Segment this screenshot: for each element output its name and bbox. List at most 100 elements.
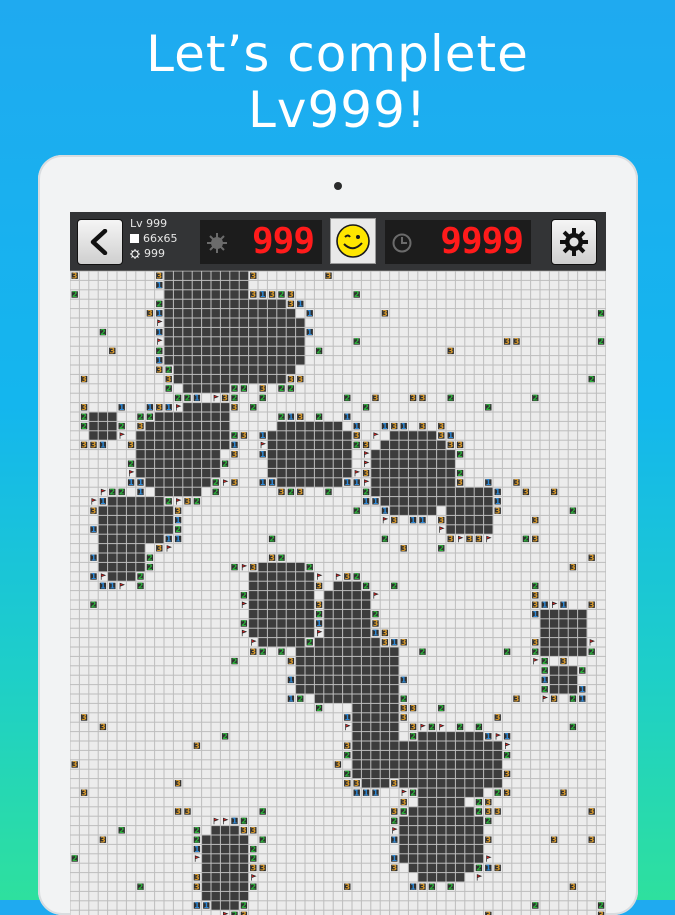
- grid-cell: [493, 910, 502, 915]
- minefield-grid[interactable]: 3 3 3 312 3 1 3 2 3 22 3 13 1 1 3 22 1 12 3 3 23 2 2 313 23 3 3 3 22…: [70, 271, 606, 915]
- cell-number: 3: [288, 375, 294, 384]
- grid-cell: [230, 525, 239, 534]
- grid-cell: [380, 619, 390, 628]
- grid-cell: [408, 807, 418, 816]
- grid-cell: [286, 807, 296, 816]
- grid-cell: 1: [117, 403, 126, 412]
- grid-cell: [258, 826, 267, 835]
- grid-cell: [465, 844, 474, 854]
- cell-number: 2: [175, 525, 181, 534]
- grid-cell: [437, 807, 446, 816]
- grid-cell: [578, 440, 587, 450]
- grid-cell: [211, 722, 220, 732]
- cell-number: 3: [495, 506, 501, 515]
- grid-cell: [230, 459, 239, 468]
- grid-cell: [559, 337, 568, 346]
- settings-button[interactable]: [551, 219, 597, 265]
- grid-cell: [361, 666, 371, 675]
- grid-cell: [465, 478, 474, 487]
- grid-cell: [549, 703, 559, 713]
- grid-cell: [145, 384, 155, 393]
- grid-cell: [587, 826, 596, 835]
- grid-cell: [559, 544, 568, 553]
- grid-cell: [286, 835, 296, 844]
- grid-cell: [540, 431, 549, 440]
- grid-cell: [559, 553, 568, 562]
- grid-cell: [371, 309, 380, 318]
- grid-cell: [343, 732, 352, 741]
- grid-cell: [502, 638, 512, 647]
- grid-cell: [286, 459, 296, 468]
- grid-cell: [220, 638, 230, 647]
- grid-cell: [437, 591, 446, 600]
- grid-cell: [390, 713, 399, 722]
- grid-cell: [502, 854, 512, 863]
- grid-cell: [89, 393, 98, 403]
- grid-cell: [286, 478, 296, 487]
- grid-cell: [437, 844, 446, 854]
- grid-cell: [98, 666, 108, 675]
- grid-cell: [465, 741, 474, 750]
- grid-cell: [474, 591, 484, 600]
- grid-cell: [465, 450, 474, 459]
- grid-cell: [211, 628, 220, 638]
- cell-number: 1: [288, 694, 294, 703]
- grid-cell: [239, 854, 249, 863]
- grid-cell: [324, 384, 333, 393]
- cell-number: 1: [138, 478, 144, 487]
- grid-cell: [408, 553, 418, 562]
- grid-cell: [220, 685, 230, 694]
- grid-cell: [70, 713, 79, 722]
- grid-cell: [324, 619, 333, 628]
- grid-cell: [70, 365, 79, 374]
- grid-cell: 3: [399, 544, 408, 553]
- cell-number: 3: [561, 788, 567, 797]
- grid-cell: [333, 694, 343, 703]
- grid-cell: [484, 346, 493, 356]
- cell-number: 2: [476, 864, 482, 873]
- cell-number: 1: [194, 901, 200, 910]
- grid-cell: [352, 459, 361, 468]
- grid-cell: [549, 562, 559, 572]
- cell-number: 3: [81, 713, 87, 722]
- grid-cell: [502, 290, 512, 299]
- grid-cell: [286, 497, 296, 506]
- grid-cell: [192, 271, 202, 280]
- smiley-button[interactable]: [330, 218, 376, 264]
- grid-cell: [352, 666, 361, 675]
- grid-cell: [258, 553, 267, 562]
- grid-cell: [380, 299, 390, 309]
- grid-cell: [286, 468, 296, 478]
- grid-cell: [79, 656, 89, 666]
- grid-cell: [202, 609, 211, 619]
- grid-cell: [474, 779, 484, 788]
- grid-cell: [578, 835, 587, 844]
- back-button[interactable]: [77, 219, 123, 265]
- grid-cell: [512, 703, 521, 713]
- grid-cell: [173, 685, 183, 694]
- grid-cell: [136, 309, 145, 318]
- grid-cell: [324, 365, 333, 374]
- grid-cell: [136, 591, 145, 600]
- grid-cell: [474, 732, 484, 741]
- grid-cell: [267, 591, 277, 600]
- grid-cell: [361, 299, 371, 309]
- grid-cell: [286, 600, 296, 609]
- grid-cell: 2: [596, 901, 606, 910]
- grid-cell: [98, 797, 108, 807]
- cell-number: 3: [486, 798, 492, 807]
- grid-cell: [596, 882, 606, 891]
- grid-cell: [305, 356, 314, 365]
- grid-cell: [70, 638, 79, 647]
- grid-cell: [155, 619, 164, 628]
- grid-cell: [361, 854, 371, 863]
- grid-cell: [455, 544, 465, 553]
- grid-cell: [296, 619, 305, 628]
- grid-cell: 2: [314, 704, 324, 713]
- grid-cell: [568, 403, 578, 412]
- grid-cell: [587, 459, 596, 468]
- grid-cell: [540, 807, 549, 816]
- grid-cell: [493, 421, 502, 431]
- grid-cell: [192, 572, 202, 581]
- grid-cell: [70, 722, 79, 732]
